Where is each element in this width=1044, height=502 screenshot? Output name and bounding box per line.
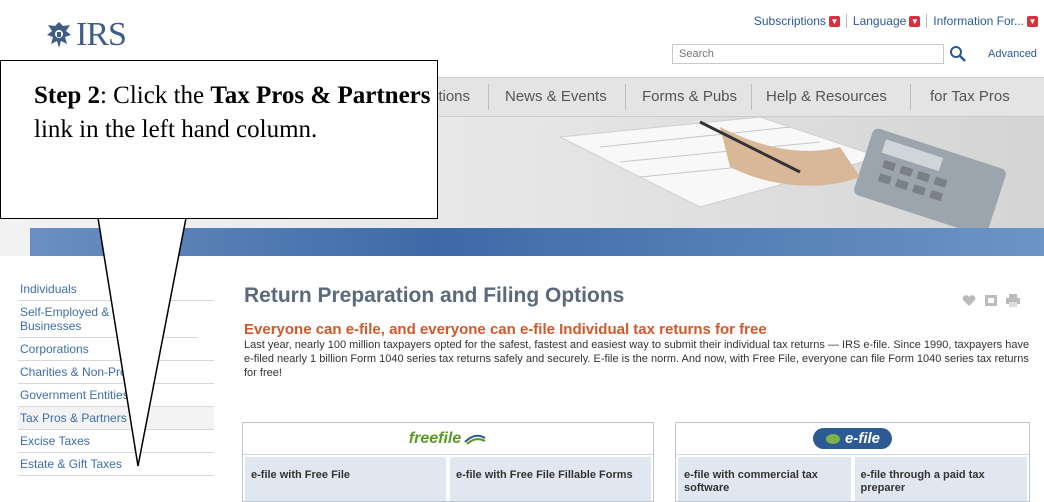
- logo-text: IRS: [76, 16, 127, 53]
- tab-for-tax-pros[interactable]: for Tax Pros: [930, 78, 1010, 116]
- free-file-card-header: freefile: [243, 423, 653, 455]
- callout-text-2: link in the left hand column.: [34, 116, 318, 143]
- sidebar-item-government[interactable]: Government Entities: [18, 384, 214, 407]
- tab-forms-pubs[interactable]: Forms & Pubs: [642, 78, 737, 116]
- sidebar-item-self-employed[interactable]: Self-Employed & Small Businesses: [18, 301, 198, 338]
- link-efile-free-file[interactable]: e-file with Free File: [245, 457, 446, 501]
- search-input[interactable]: [672, 44, 944, 64]
- language-label: Language: [852, 14, 907, 28]
- free-file-logo[interactable]: freefile: [409, 430, 487, 448]
- page-tools: [962, 294, 1020, 307]
- divider: [910, 84, 911, 110]
- callout-text-1: : Click the: [99, 82, 211, 109]
- efile-emblem-icon: [825, 433, 840, 444]
- swoosh-icon: [464, 434, 486, 445]
- divider: [751, 84, 752, 110]
- subscriptions-menu[interactable]: Subscriptions ▼: [748, 14, 846, 28]
- sidebar-item-tax-pros[interactable]: Tax Pros & Partners: [18, 407, 214, 430]
- link-efile-commercial-software[interactable]: e-file with commercial tax software: [678, 457, 851, 501]
- information-for-menu[interactable]: Information For... ▼: [927, 14, 1044, 28]
- link-efile-paid-preparer[interactable]: e-file through a paid tax preparer: [854, 457, 1027, 501]
- utility-bar: Subscriptions ▼ Language ▼ Information F…: [748, 14, 1044, 28]
- information-for-label: Information For...: [933, 14, 1024, 28]
- share-icon[interactable]: [984, 294, 998, 307]
- sidebar-item-charities[interactable]: Charities & Non-Profits: [18, 361, 214, 384]
- banner-stripe: [30, 228, 1044, 256]
- free-file-card: freefile e-file with Free File e-file wi…: [242, 422, 654, 502]
- subscriptions-label: Subscriptions: [753, 14, 826, 28]
- chevron-down-icon: ▼: [909, 15, 921, 27]
- efile-card: e-file e-file with commercial tax softwa…: [675, 422, 1030, 502]
- free-file-logo-text: freefile: [408, 429, 462, 447]
- tab-news-events[interactable]: News & Events: [505, 78, 607, 116]
- heart-icon[interactable]: [962, 294, 976, 307]
- left-sidebar: Individuals Self-Employed & Small Busine…: [18, 278, 214, 476]
- divider: [625, 84, 626, 110]
- tab-help-resources[interactable]: Help & Resources: [766, 78, 887, 116]
- efile-logo-text: e-file: [844, 430, 880, 447]
- search-icon[interactable]: [948, 44, 968, 64]
- link-efile-fillable-forms[interactable]: e-file with Free File Fillable Forms: [450, 457, 651, 501]
- sidebar-item-excise-taxes[interactable]: Excise Taxes: [18, 430, 214, 453]
- chevron-down-icon: ▼: [1027, 15, 1038, 27]
- efile-links: e-file with commercial tax software e-fi…: [676, 455, 1029, 502]
- sidebar-item-individuals[interactable]: Individuals: [18, 278, 214, 301]
- divider: [488, 84, 489, 110]
- free-file-links: e-file with Free File e-file with Free F…: [243, 455, 653, 502]
- page-title: Return Preparation and Filing Options: [244, 284, 625, 307]
- efile-logo[interactable]: e-file: [812, 428, 892, 449]
- callout-link-name: Tax Pros & Partners: [210, 82, 431, 109]
- headline: Everyone can e-file, and everyone can e-…: [244, 321, 767, 338]
- irs-logo[interactable]: IRS: [46, 16, 127, 53]
- efile-card-header: e-file: [676, 423, 1029, 455]
- intro-paragraph: Last year, nearly 100 million taxpayers …: [244, 339, 1030, 379]
- advanced-search-link[interactable]: Advanced: [988, 48, 1037, 60]
- callout-step: Step 2: [34, 82, 100, 109]
- eagle-icon: [47, 22, 71, 48]
- chevron-down-icon: ▼: [828, 15, 840, 27]
- sidebar-item-corporations[interactable]: Corporations: [18, 338, 214, 361]
- sidebar-item-estate-gift[interactable]: Estate & Gift Taxes: [18, 453, 214, 476]
- language-menu[interactable]: Language ▼: [847, 14, 926, 28]
- instruction-callout: Step 2: Click the Tax Pros & Partners li…: [0, 60, 438, 219]
- print-icon[interactable]: [1006, 294, 1020, 307]
